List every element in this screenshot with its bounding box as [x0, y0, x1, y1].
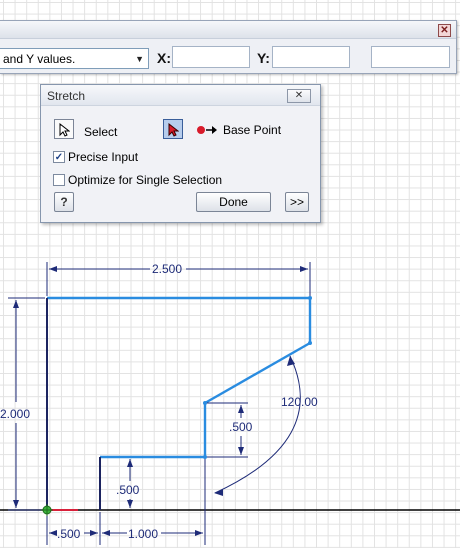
dim-width-bottom-mid[interactable]: 1.000: [128, 527, 158, 541]
precise-input-toolbar: ✕ and Y values. ▼ X: Y:: [0, 20, 457, 74]
dim-height-step-right[interactable]: .500: [229, 420, 253, 434]
precise-input-label: Precise Input: [68, 150, 139, 164]
sketch-points: [203, 296, 312, 459]
cursor-arrow-icon: [59, 123, 70, 137]
optimize-single-selection-checkbox[interactable]: [53, 174, 65, 186]
toolbar-close-button[interactable]: ✕: [438, 24, 451, 37]
stretch-titlebar[interactable]: Stretch ✕: [41, 85, 320, 106]
x-input[interactable]: [172, 46, 250, 68]
sketch-canvas[interactable]: 2.500 2.000 .500 120.00 .500 .500 1.000: [0, 0, 460, 548]
select-label: Select: [84, 125, 118, 139]
coordinate-mode-select[interactable]: and Y values. ▼: [0, 48, 149, 69]
x-label: X:: [157, 50, 171, 66]
origin-point-icon: [41, 504, 53, 516]
stretch-title: Stretch: [47, 89, 86, 103]
base-point-icon: [197, 126, 217, 134]
y-label: Y:: [257, 50, 270, 66]
dim-width-top[interactable]: 2.500: [152, 262, 182, 276]
y-input[interactable]: [272, 46, 350, 68]
dim-height-step-left[interactable]: .500: [116, 483, 140, 497]
toolbar-titlebar[interactable]: ✕: [0, 21, 456, 39]
sketch-profile[interactable]: [47, 296, 312, 459]
help-button[interactable]: ?: [54, 192, 74, 212]
cursor-arrow-red-icon: [168, 123, 179, 137]
chevron-down-icon: ▼: [135, 54, 144, 64]
coordinate-mode-value: and Y values.: [3, 52, 76, 66]
done-button[interactable]: Done: [196, 192, 271, 212]
select-button[interactable]: [54, 119, 74, 139]
precise-input-checkbox[interactable]: ✓: [53, 151, 65, 163]
extra-input[interactable]: [371, 46, 450, 68]
stretch-close-button[interactable]: ✕: [287, 89, 311, 103]
sketch-constrained-lines: [46, 298, 101, 510]
dim-height-left[interactable]: 2.000: [0, 407, 30, 421]
optimize-single-selection-label: Optimize for Single Selection: [68, 173, 223, 187]
base-point-button[interactable]: [163, 119, 183, 139]
dimension-arrowheads: [13, 266, 308, 536]
dimension-graphics: [8, 262, 311, 545]
more-button[interactable]: >>: [285, 192, 309, 212]
base-point-label: Base Point: [223, 123, 282, 137]
stretch-dialog: Stretch ✕ Select Base Point ✓ Precise In…: [40, 84, 321, 223]
dim-width-bottom-left[interactable]: .500: [57, 527, 81, 541]
dim-angle[interactable]: 120.00: [281, 395, 318, 409]
